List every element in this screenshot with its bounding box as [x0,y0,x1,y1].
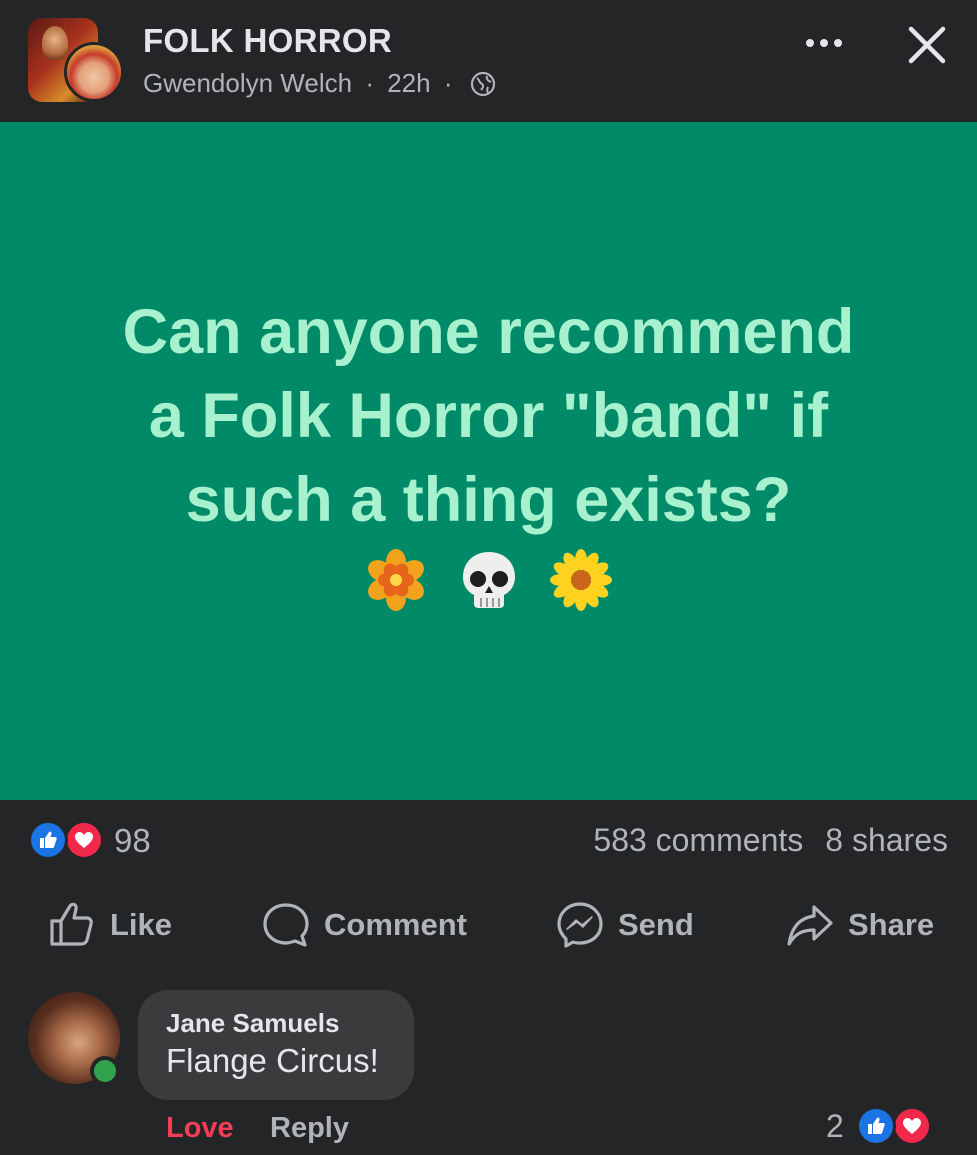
globe-icon [470,71,495,97]
comment-button[interactable]: Comment [262,890,467,960]
post-header: FOLK HORROR Gwendolyn Welch · 22h · [0,0,977,122]
skull-emoji-icon [462,552,515,608]
comment-bubble[interactable]: Jane Samuels Flange Circus! [138,990,414,1100]
post-text: Can anyone recommend a Folk Horror "band… [0,290,977,542]
comments-count[interactable]: 583 comments [593,822,803,858]
meta-separator-2: · [443,68,453,98]
share-button[interactable]: Share [786,890,934,960]
group-name[interactable]: FOLK HORROR [143,22,392,60]
comment-text: Flange Circus! [166,1042,379,1079]
post-text-line: a Folk Horror "band" if [148,381,829,451]
meta-separator: · [365,68,374,98]
online-status-indicator [90,1056,120,1086]
like-label: Like [110,907,173,942]
dot [820,39,828,47]
shares-count[interactable]: 8 shares [825,822,948,858]
sunflower-emoji-icon [549,549,612,611]
share-arrow-icon [787,905,833,946]
more-options-button[interactable] [800,28,848,58]
comment-author[interactable]: Jane Samuels [166,1008,339,1039]
comment-bubble-icon [263,903,309,947]
reaction-count: 98 [114,822,151,859]
send-label: Send [618,907,694,942]
comment-label: Comment [324,907,467,942]
post-text-line: such a thing exists? [185,465,792,535]
comment-love-reaction-icon[interactable] [892,1106,932,1146]
share-label: Share [848,907,935,942]
send-button[interactable]: Send [556,890,694,960]
love-reaction-icon [64,820,104,860]
comment-reaction-count[interactable]: 2 [826,1108,844,1145]
messenger-icon [557,902,603,948]
like-reaction-icon [28,820,68,860]
post-text-line: Can anyone recommend [122,297,855,367]
dot [834,39,842,47]
close-icon[interactable] [904,22,950,68]
author-avatar[interactable] [64,42,124,102]
post-content: Can anyone recommend a Folk Horror "band… [0,122,977,800]
group-avatar-figure [42,26,68,60]
comment-love-button[interactable]: Love [166,1112,234,1145]
post-stats: 583 comments 8 shares [593,822,948,859]
blossom-emoji-icon [368,549,424,611]
post-time[interactable]: 22h [387,68,430,98]
comment-like-reaction-icon[interactable] [856,1106,896,1146]
post-meta: Gwendolyn Welch · 22h · [143,68,496,99]
action-bar: Like Comment Send Share [0,890,977,960]
author-name[interactable]: Gwendolyn Welch [143,68,352,98]
post-viewer: FOLK HORROR Gwendolyn Welch · 22h · Can … [0,0,977,1155]
comment-reply-button[interactable]: Reply [270,1112,349,1145]
dot [806,39,814,47]
thumbs-up-icon [50,902,93,946]
emoji-row [0,548,977,618]
like-button[interactable]: Like [48,890,172,960]
